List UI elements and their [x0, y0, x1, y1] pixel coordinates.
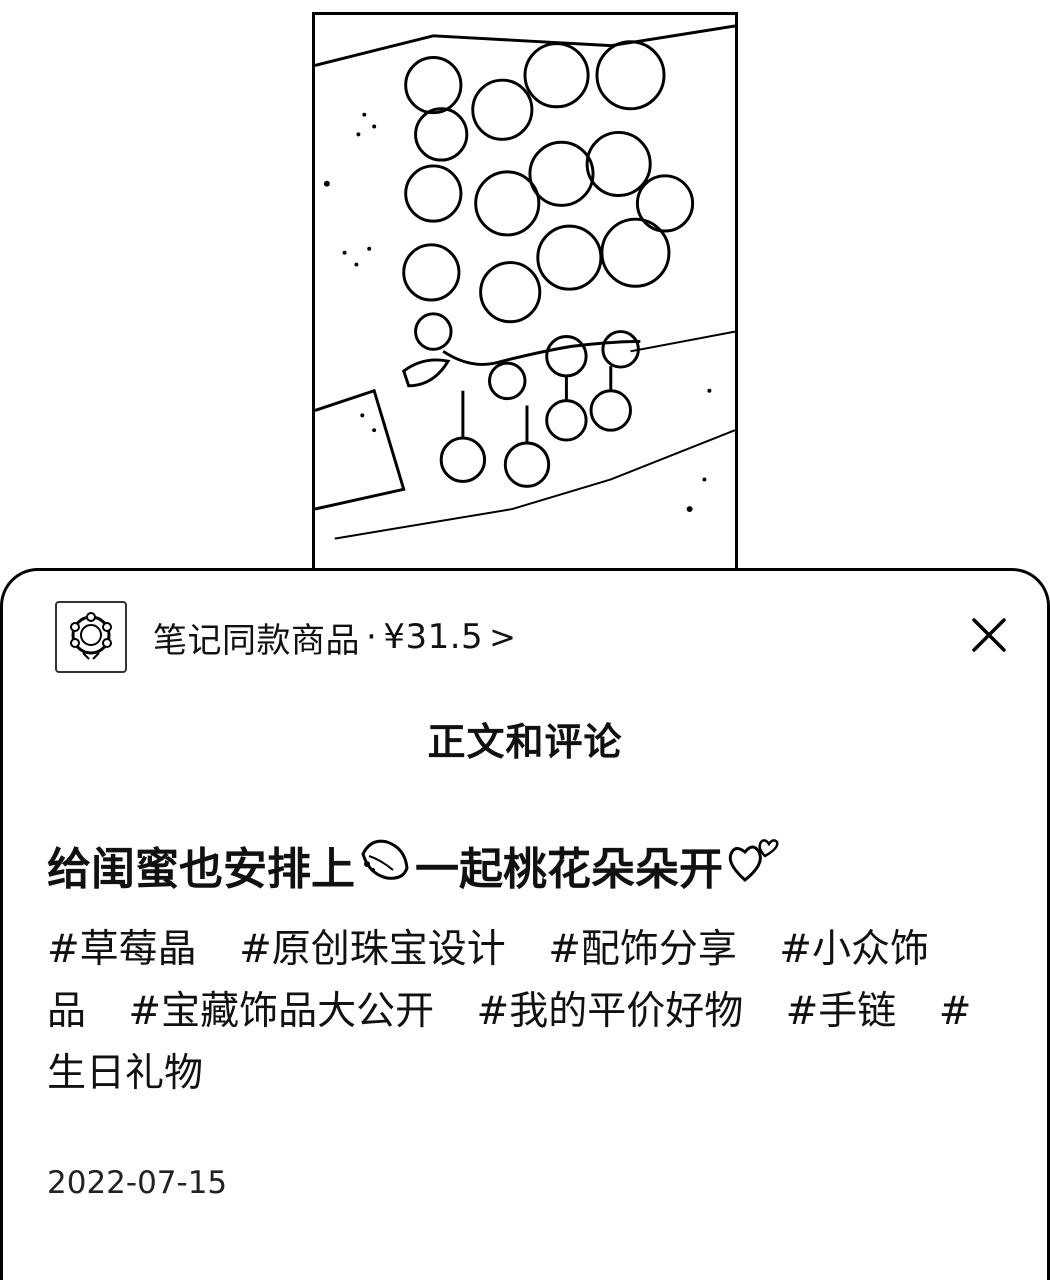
close-button[interactable] — [969, 615, 1009, 655]
product-separator: · — [366, 617, 378, 657]
comments-sheet: 笔记同款商品 · ¥31.5 > 正文和评论 给闺蜜也安排上 一起桃花朵朵开 #… — [0, 568, 1050, 1280]
hashtag[interactable]: #宝藏饰品大公开 — [128, 989, 434, 1034]
post-date: 2022-07-15 — [47, 1165, 228, 1201]
post-title-part1: 给闺蜜也安排上 — [47, 844, 355, 895]
tag-list: #草莓晶 #原创珠宝设计 #配饰分享 #小众饰品 #宝藏饰品大公开 #我的平价好… — [47, 919, 997, 1105]
hashtag[interactable]: #手链 — [786, 989, 897, 1034]
hashtag[interactable]: #草莓晶 — [47, 927, 197, 972]
post-title-part2: 一起桃花朵朵开 — [415, 844, 723, 895]
hearts-icon — [725, 834, 781, 897]
chevron-right-icon: > — [489, 618, 517, 656]
hashtag[interactable]: #我的平价好物 — [477, 989, 744, 1034]
bracelets-image — [315, 24, 735, 540]
hashtag[interactable]: #配饰分享 — [548, 927, 737, 972]
note-detail-page: 笔记同款商品 · ¥31.5 > 正文和评论 给闺蜜也安排上 一起桃花朵朵开 #… — [0, 0, 1050, 1280]
close-icon — [972, 618, 1006, 652]
bracelet-thumbnail-icon — [70, 612, 112, 660]
product-info[interactable]: 笔记同款商品 · ¥31.5 > — [153, 613, 516, 662]
post-title: 给闺蜜也安排上 一起桃花朵朵开 — [47, 833, 783, 897]
product-label: 笔记同款商品 — [153, 620, 360, 661]
post-photo[interactable] — [312, 12, 738, 592]
product-thumbnail[interactable] — [55, 601, 127, 673]
section-title: 正文和评论 — [427, 720, 623, 764]
product-link[interactable]: 笔记同款商品 · ¥31.5 > — [55, 599, 516, 675]
product-price: ¥31.5 — [383, 617, 484, 657]
hashtag[interactable]: #原创珠宝设计 — [239, 927, 506, 972]
peach-icon — [357, 834, 413, 897]
